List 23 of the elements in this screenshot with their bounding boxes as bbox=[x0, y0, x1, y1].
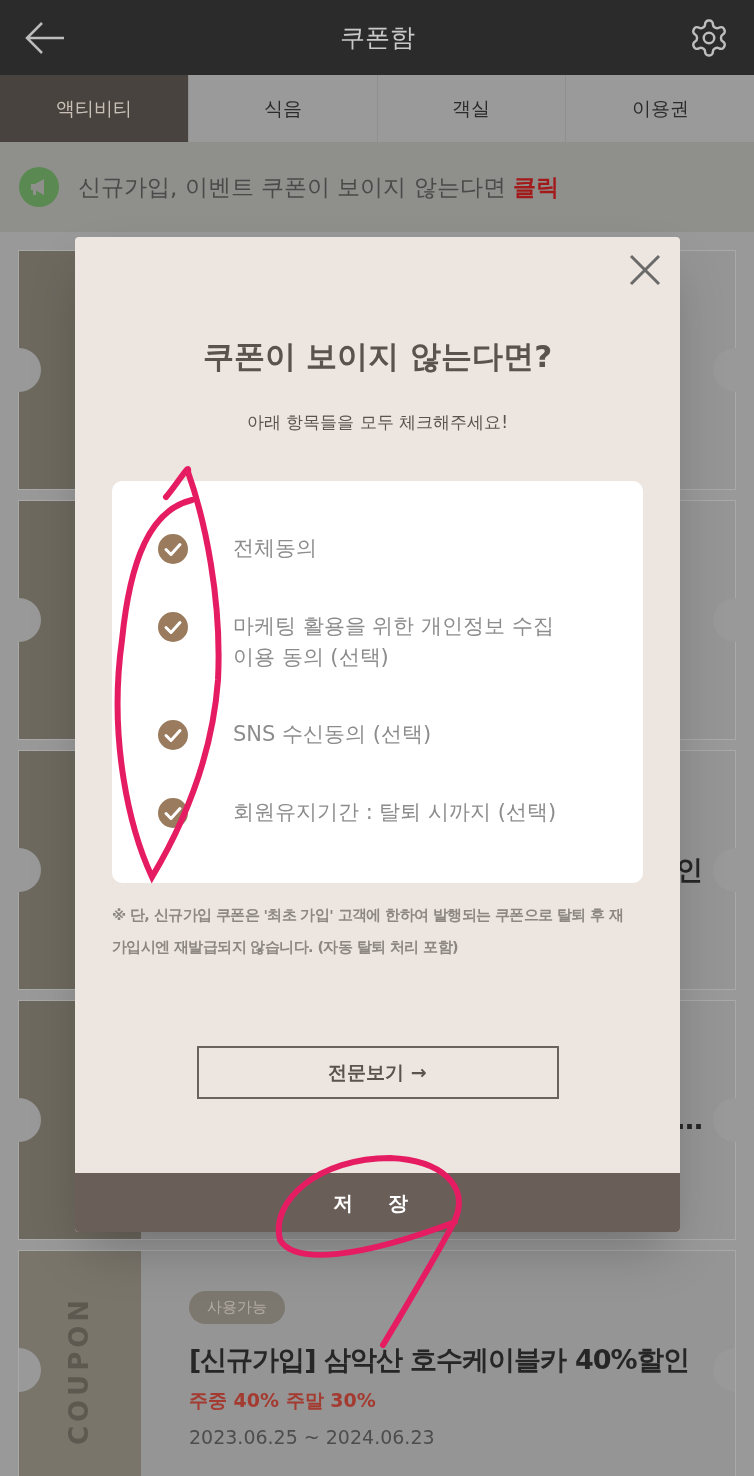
category-tab[interactable]: 액티비티 bbox=[0, 75, 188, 142]
check-icon[interactable] bbox=[157, 719, 189, 751]
notice-footnote: ※ 단, 신규가입 쿠폰은 '최초 가입' 고객에 한하여 발행되는 쿠폰으로 탈퇴 후 재가입시엔 재발급되지 않습니다. (자동 탈퇴 처리 포함) bbox=[112, 906, 625, 957]
check-icon[interactable] bbox=[157, 611, 189, 643]
consent-label[interactable]: SNS 수신동의 (선택) bbox=[233, 719, 432, 750]
coupon-period: 2023.06.25 ~ 2024.06.23 bbox=[189, 1424, 435, 1450]
save-button[interactable]: 저 장 bbox=[75, 1173, 680, 1232]
back-arrow-icon[interactable] bbox=[24, 20, 66, 55]
consent-label[interactable]: 회원유지기간 : 탈퇴 시까지 (선택) bbox=[233, 797, 557, 828]
check-icon[interactable] bbox=[157, 533, 189, 565]
check-icon[interactable] bbox=[157, 797, 189, 829]
consent-label[interactable]: 전체동의 bbox=[233, 533, 317, 564]
modal-title: 쿠폰이 보이지 않는다면? bbox=[201, 337, 554, 376]
coupon-title: 인 bbox=[676, 852, 703, 887]
coupon-title: [신규가입] 삼악산 호수케이블카 40%할인 bbox=[189, 1342, 689, 1377]
discount-text: 주중 40% 주말 30% bbox=[189, 1388, 376, 1413]
consent-label[interactable]: 마케팅 활용을 위한 개인정보 수집 이용 동의 (선택) bbox=[233, 611, 554, 673]
modal-subtitle: 아래 항목들을 모두 체크해주세요! bbox=[246, 410, 509, 434]
megaphone-icon bbox=[18, 166, 60, 208]
page-title: 쿠폰함 bbox=[339, 21, 415, 54]
close-icon[interactable] bbox=[628, 253, 662, 287]
notice-text: 신규가입, 이벤트 쿠폰이 보이지 않는다면 클릭 bbox=[78, 172, 559, 202]
view-full-button[interactable]: 전문보기 → bbox=[196, 1046, 559, 1099]
